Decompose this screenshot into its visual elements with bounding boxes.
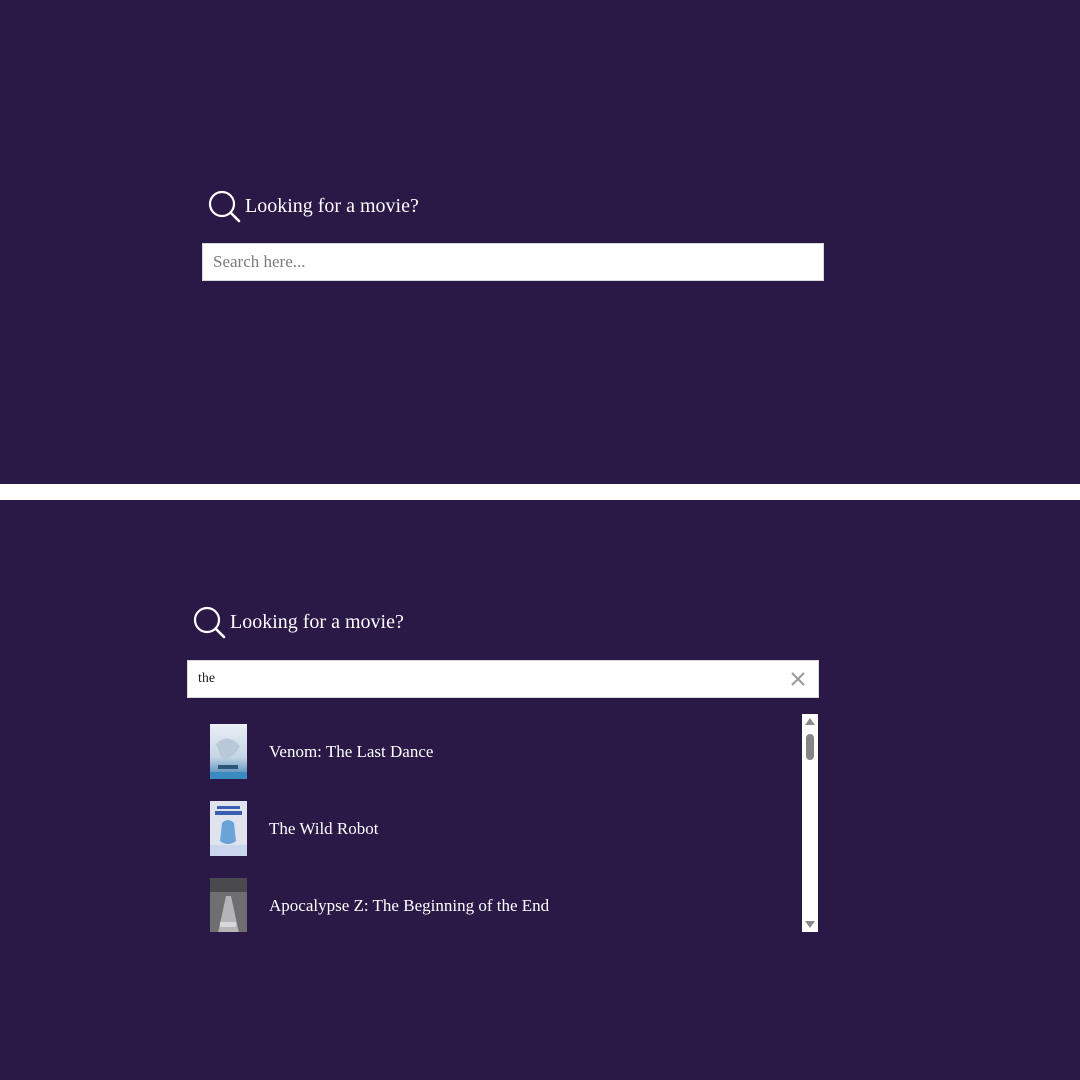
search-icon xyxy=(207,189,241,223)
result-item[interactable]: Apocalypse Z: The Beginning of the End xyxy=(188,867,818,932)
results-scrollbar[interactable] xyxy=(802,714,818,932)
search-field[interactable] xyxy=(187,660,819,698)
movie-title: Apocalypse Z: The Beginning of the End xyxy=(269,895,550,915)
search-heading-text: Looking for a movie? xyxy=(230,610,404,633)
result-item[interactable]: Venom: The Last Dance xyxy=(188,713,818,790)
close-icon[interactable] xyxy=(788,669,808,689)
movie-poster xyxy=(210,878,247,932)
movie-poster xyxy=(210,724,247,779)
scroll-up-icon[interactable] xyxy=(805,718,815,725)
scroll-thumb[interactable] xyxy=(806,734,814,760)
results-list: Venom: The Last Dance The Wild Robot Apo… xyxy=(188,713,818,932)
search-icon xyxy=(192,605,226,639)
search-panel-results: Looking for a movie? the Venom: The Last… xyxy=(0,500,1080,1080)
search-field[interactable] xyxy=(202,243,824,281)
search-panel-empty: Looking for a movie? xyxy=(0,0,1080,484)
scroll-down-icon[interactable] xyxy=(805,921,815,928)
search-heading: Looking for a movie? xyxy=(192,605,404,639)
movie-title: The Wild Robot xyxy=(269,818,379,838)
movie-title: Venom: The Last Dance xyxy=(269,741,434,761)
search-heading: Looking for a movie? xyxy=(207,189,419,223)
search-heading-text: Looking for a movie? xyxy=(245,194,419,217)
search-input[interactable] xyxy=(203,244,763,280)
search-input[interactable] xyxy=(188,661,748,697)
result-item[interactable]: The Wild Robot xyxy=(188,790,818,867)
movie-poster xyxy=(210,801,247,856)
